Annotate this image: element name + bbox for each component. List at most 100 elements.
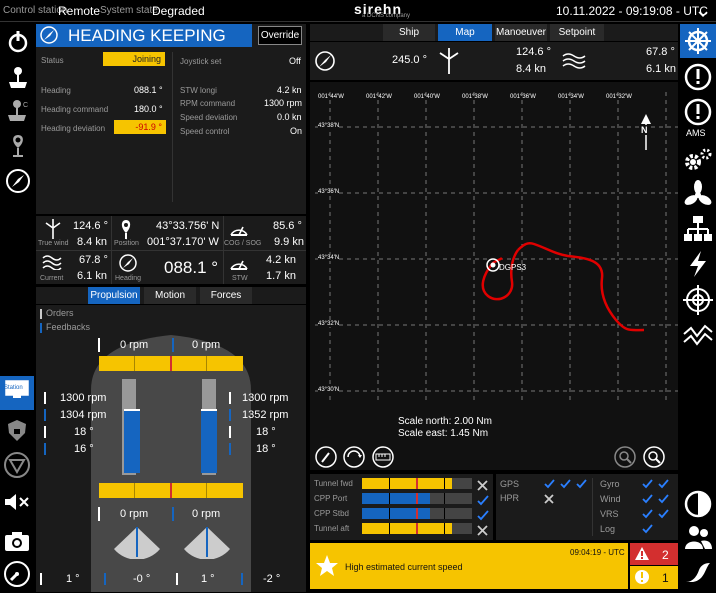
lon-tick: 001°44'W: [318, 94, 344, 100]
map-view[interactable]: 001°44'W 001°42'W 001°40'W 001°38'W 001°…: [310, 82, 678, 470]
trend-graph-icon[interactable]: [683, 322, 713, 351]
propeller-icon[interactable]: [683, 180, 713, 215]
rpm-command-value: 1300 rpm: [264, 98, 303, 108]
tab-manoeuver[interactable]: Manoeuver: [495, 24, 547, 41]
camera-icon[interactable]: [3, 530, 31, 557]
brightness-contrast-icon[interactable]: [683, 489, 713, 524]
map-current-speed: 6.1 kn: [646, 63, 676, 75]
aft-thruster-right-rpm: 0 rpm: [192, 508, 221, 520]
alarm-counter-red[interactable]: 2: [630, 543, 678, 565]
alarm-bar[interactable]: High estimated current speed 09:04:19 - …: [310, 543, 628, 589]
legend-orders: Orders: [46, 308, 74, 318]
lat-tick: 43°38'N: [318, 123, 340, 129]
zoom-out-icon[interactable]: [614, 446, 636, 470]
rpm-command-label: RPM command: [180, 99, 236, 108]
lon-tick: 001°32'W: [606, 94, 632, 100]
left-toolbar: C Station: [0, 22, 34, 592]
lat-tick: 43°30'N: [318, 387, 340, 393]
speed-control-label: Speed control: [180, 127, 230, 136]
ship-wheel-icon: [685, 28, 711, 54]
port-feedback-angle: 16 °: [74, 443, 94, 455]
sensor-status-panel: GPS HPR Gyro Wind VRS Log: [496, 474, 678, 540]
joystick-c-icon[interactable]: C: [6, 99, 30, 128]
starboard-cmd-angle: 18 °: [256, 426, 276, 438]
measure-ruler-icon[interactable]: [372, 446, 394, 470]
users-icon[interactable]: [683, 524, 713, 555]
mute-triangle-icon[interactable]: [3, 451, 31, 484]
aft-thruster-left-rpm: 0 rpm: [120, 508, 149, 520]
stw-value-2: 1.7 kn: [266, 270, 296, 282]
scale-north: Scale north: 2.00 Nm: [398, 416, 492, 427]
tab-forces[interactable]: Forces: [200, 287, 252, 304]
warning-triangle-icon: [634, 546, 650, 566]
lon-tick: 001°38'W: [462, 94, 488, 100]
propulsion-tabs: Propulsion Motion Forces: [36, 287, 306, 304]
map-grid: [315, 92, 678, 402]
tab-ship[interactable]: Ship: [383, 24, 435, 41]
heading-label: Heading: [115, 275, 142, 282]
joystick-set-value: Off: [289, 56, 301, 66]
position-pin-icon[interactable]: [6, 134, 30, 163]
sensor-log-label: Log: [600, 524, 616, 534]
heading-label: Heading: [41, 86, 71, 95]
thruster-bar-fill: [362, 508, 430, 519]
target-crosshair-icon[interactable]: [683, 285, 713, 320]
thruster-label: Tunnel aft: [314, 524, 350, 533]
current-speed: 6.1 kn: [77, 270, 107, 282]
heading-deviation-value: -91.9 °: [114, 120, 166, 134]
tab-propulsion[interactable]: Propulsion: [88, 287, 140, 304]
helm-button[interactable]: [680, 24, 716, 58]
current-waves-icon: [562, 52, 586, 75]
compass-icon[interactable]: [5, 168, 31, 199]
network-icon[interactable]: [683, 215, 713, 248]
lightning-icon[interactable]: [685, 250, 711, 283]
current-label: Current: [40, 275, 64, 282]
shield-lock-icon[interactable]: [5, 419, 29, 448]
speaker-mute-icon[interactable]: [3, 492, 31, 517]
gauge-icon: [229, 219, 249, 242]
true-wind-speed: 8.4 kn: [77, 236, 107, 248]
zoom-in-icon[interactable]: [643, 446, 665, 470]
alert-circle-icon[interactable]: [683, 62, 713, 97]
north-label: N: [641, 125, 648, 135]
lon-tick: 001°36'W: [510, 94, 536, 100]
tab-motion[interactable]: Motion: [144, 287, 196, 304]
joystick-icon[interactable]: [6, 66, 30, 95]
lat-tick: 43°34'N: [318, 255, 340, 261]
svg-text:C: C: [23, 102, 28, 109]
alarm-time: 09:04:19 - UTC: [570, 548, 625, 557]
power-icon[interactable]: [6, 30, 30, 59]
map-pin-tool-icon[interactable]: [315, 446, 337, 470]
status-value: Joining: [103, 52, 165, 66]
current-direction: 67.8 °: [79, 254, 108, 266]
rotate-tool-icon[interactable]: [343, 446, 365, 470]
alarm-counter-yellow[interactable]: 1: [630, 566, 678, 589]
gears-icon[interactable]: [682, 146, 714, 179]
thruster-status-panel: Tunnel fwd CPP Port CPP Stbd Tunnel aft: [310, 474, 493, 540]
longitude-value: 001°37.170' W: [147, 236, 219, 248]
brand-wave-icon[interactable]: [683, 560, 713, 591]
override-button[interactable]: Override: [258, 26, 302, 45]
compass-icon: [314, 50, 336, 77]
thruster-label: CPP Stbd: [314, 509, 349, 518]
datetime: 10.11.2022 - 09:19:08 - UTC: [556, 4, 708, 18]
starboard-cmd-rpm: 1300 rpm: [242, 392, 289, 404]
ams-label: AMS: [686, 128, 706, 138]
heading-command-value: 180.0 °: [134, 104, 163, 114]
ams-alert-icon[interactable]: [683, 97, 713, 132]
heading-command-label: Heading command: [41, 105, 109, 114]
heading-value: 088.1 °: [134, 85, 163, 95]
wind-turbine-icon: [438, 48, 460, 79]
lat-tick: 43°36'N: [318, 189, 340, 195]
map-info-bar: 245.0 ° 124.6 ° 8.4 kn 67.8 ° 6.1 kn: [310, 42, 678, 80]
latitude-value: 43°33.756' N: [156, 220, 220, 232]
tab-map[interactable]: Map: [438, 24, 492, 41]
sensor-hpr-label: HPR: [500, 493, 520, 503]
speedometer-icon[interactable]: [3, 560, 31, 593]
rudder-angle-2: -0 °: [133, 573, 151, 585]
speed-control-value: On: [290, 126, 303, 136]
station-button[interactable]: Station: [0, 376, 34, 410]
tab-setpoint[interactable]: Setpoint: [550, 24, 604, 41]
chevron-down-icon[interactable]: [698, 6, 708, 18]
port-cmd-angle: 18 °: [74, 426, 94, 438]
